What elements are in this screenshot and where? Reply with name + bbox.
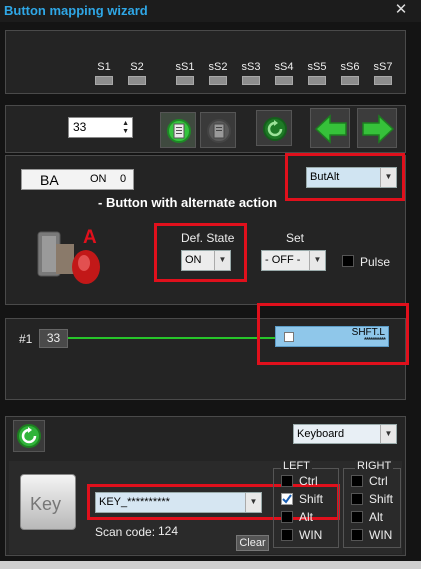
shift-slot-label: sS7 xyxy=(373,61,393,73)
left-shift-label: Shift xyxy=(299,492,324,506)
bottom-strip xyxy=(0,561,421,569)
paste-icon xyxy=(167,119,191,143)
slider-handle[interactable] xyxy=(284,332,294,342)
button-value: 0 xyxy=(120,173,127,185)
right-ctrl-checkbox[interactable] xyxy=(351,475,363,487)
mapping-target-value: ********** xyxy=(363,336,386,345)
left-ctrl-label: Ctrl xyxy=(299,474,318,488)
left-win-checkbox[interactable] xyxy=(281,529,293,541)
shift-slot-label: S1 xyxy=(97,61,111,73)
mapping-number: 33 xyxy=(39,329,68,348)
left-win-label: WIN xyxy=(299,528,323,542)
chevron-down-icon: ▼ xyxy=(380,425,396,443)
copy-icon xyxy=(207,119,231,143)
shift-slot-indicator xyxy=(95,76,113,85)
shift-slot-label: sS3 xyxy=(241,61,261,73)
button-name-field[interactable]: BA ON 0 xyxy=(21,169,134,190)
right-shift-label: Shift xyxy=(369,492,394,506)
key-icon: Key xyxy=(20,474,76,530)
shift-slot-label: sS4 xyxy=(274,61,294,73)
right-mods-label: RIGHT xyxy=(355,460,394,472)
chevron-down-icon: ▼ xyxy=(245,493,261,512)
pulse-label: Pulse xyxy=(360,255,391,269)
mapping-line xyxy=(68,337,278,339)
button-type-select[interactable]: ButAlt ▼ xyxy=(306,167,397,188)
right-alt-label: Alt xyxy=(369,510,384,524)
key-select[interactable]: KEY_********** ▼ xyxy=(95,492,262,513)
chevron-down-icon: ▼ xyxy=(309,251,325,270)
refresh-icon xyxy=(263,117,287,141)
left-mods-label: LEFT xyxy=(281,460,312,472)
window-title: Button mapping wizard xyxy=(4,3,148,18)
left-alt-checkbox[interactable] xyxy=(281,511,293,523)
button-number-value: 33 xyxy=(73,120,87,134)
button-type-description: - Button with alternate action xyxy=(98,195,278,210)
spin-up-icon[interactable]: ▲ xyxy=(122,120,129,128)
left-ctrl-checkbox[interactable] xyxy=(281,475,293,487)
button-number-spinner[interactable]: 33 ▲ ▼ xyxy=(68,117,133,138)
chevron-down-icon: ▼ xyxy=(380,168,396,187)
set-select[interactable]: - OFF - ▼ xyxy=(261,250,326,271)
def-state-label: Def. State xyxy=(181,231,235,245)
left-shift-checkbox[interactable] xyxy=(281,493,293,505)
shift-slot-indicator xyxy=(374,76,392,85)
def-state-value: ON xyxy=(185,254,202,266)
key-icon-label: Key xyxy=(30,494,62,514)
shift-slot-indicator xyxy=(242,76,260,85)
shift-slot-indicator xyxy=(128,76,146,85)
shift-slot-indicator xyxy=(308,76,326,85)
arrow-right-icon xyxy=(362,114,395,144)
output-refresh-button[interactable] xyxy=(13,420,45,452)
copy-button[interactable] xyxy=(200,112,236,148)
shift-slot-label: sS6 xyxy=(340,61,360,73)
key-value: KEY_********** xyxy=(99,496,170,508)
shift-slot-label: sS2 xyxy=(208,61,228,73)
shift-slot-label: sS1 xyxy=(175,61,195,73)
mapping-index: #1 xyxy=(19,332,33,346)
scan-code-value: 124 xyxy=(158,524,179,538)
previous-button[interactable] xyxy=(310,108,350,148)
scan-code-label: Scan code: xyxy=(95,525,156,539)
right-win-checkbox[interactable] xyxy=(351,529,363,541)
right-ctrl-label: Ctrl xyxy=(369,474,388,488)
arrow-left-icon xyxy=(314,114,347,144)
shift-slot-indicator xyxy=(209,76,227,85)
shift-slot-indicator xyxy=(275,76,293,85)
device-select[interactable]: Keyboard ▼ xyxy=(293,424,397,444)
button-name: BA xyxy=(40,172,59,188)
right-shift-checkbox[interactable] xyxy=(351,493,363,505)
button-state: ON xyxy=(90,173,107,185)
refresh-icon xyxy=(17,424,41,448)
button-type-value: ButAlt xyxy=(310,171,340,183)
set-value: - OFF - xyxy=(265,254,301,266)
reset-button[interactable] xyxy=(256,110,292,146)
checkmark-icon xyxy=(282,494,292,504)
button-image-letter: A xyxy=(83,227,97,248)
left-alt-label: Alt xyxy=(299,510,314,524)
right-win-label: WIN xyxy=(369,528,393,542)
right-alt-checkbox[interactable] xyxy=(351,511,363,523)
shift-slot-indicator xyxy=(176,76,194,85)
def-state-select[interactable]: ON ▼ xyxy=(181,250,231,271)
pulse-checkbox[interactable] xyxy=(342,255,354,267)
shift-slot-label: sS5 xyxy=(307,61,327,73)
chevron-down-icon: ▼ xyxy=(214,251,230,270)
paste-button[interactable] xyxy=(160,112,196,148)
close-button[interactable]: ✕ xyxy=(387,0,415,20)
next-button[interactable] xyxy=(357,108,397,148)
spin-down-icon[interactable]: ▼ xyxy=(122,128,129,136)
set-label: Set xyxy=(286,231,305,245)
shift-slot-label: S2 xyxy=(130,61,144,73)
device-value: Keyboard xyxy=(297,428,345,440)
mapping-target-slider[interactable]: SHFT.L ********** xyxy=(275,326,389,347)
clear-button[interactable]: Clear xyxy=(236,535,269,551)
shift-slot-indicator xyxy=(341,76,359,85)
